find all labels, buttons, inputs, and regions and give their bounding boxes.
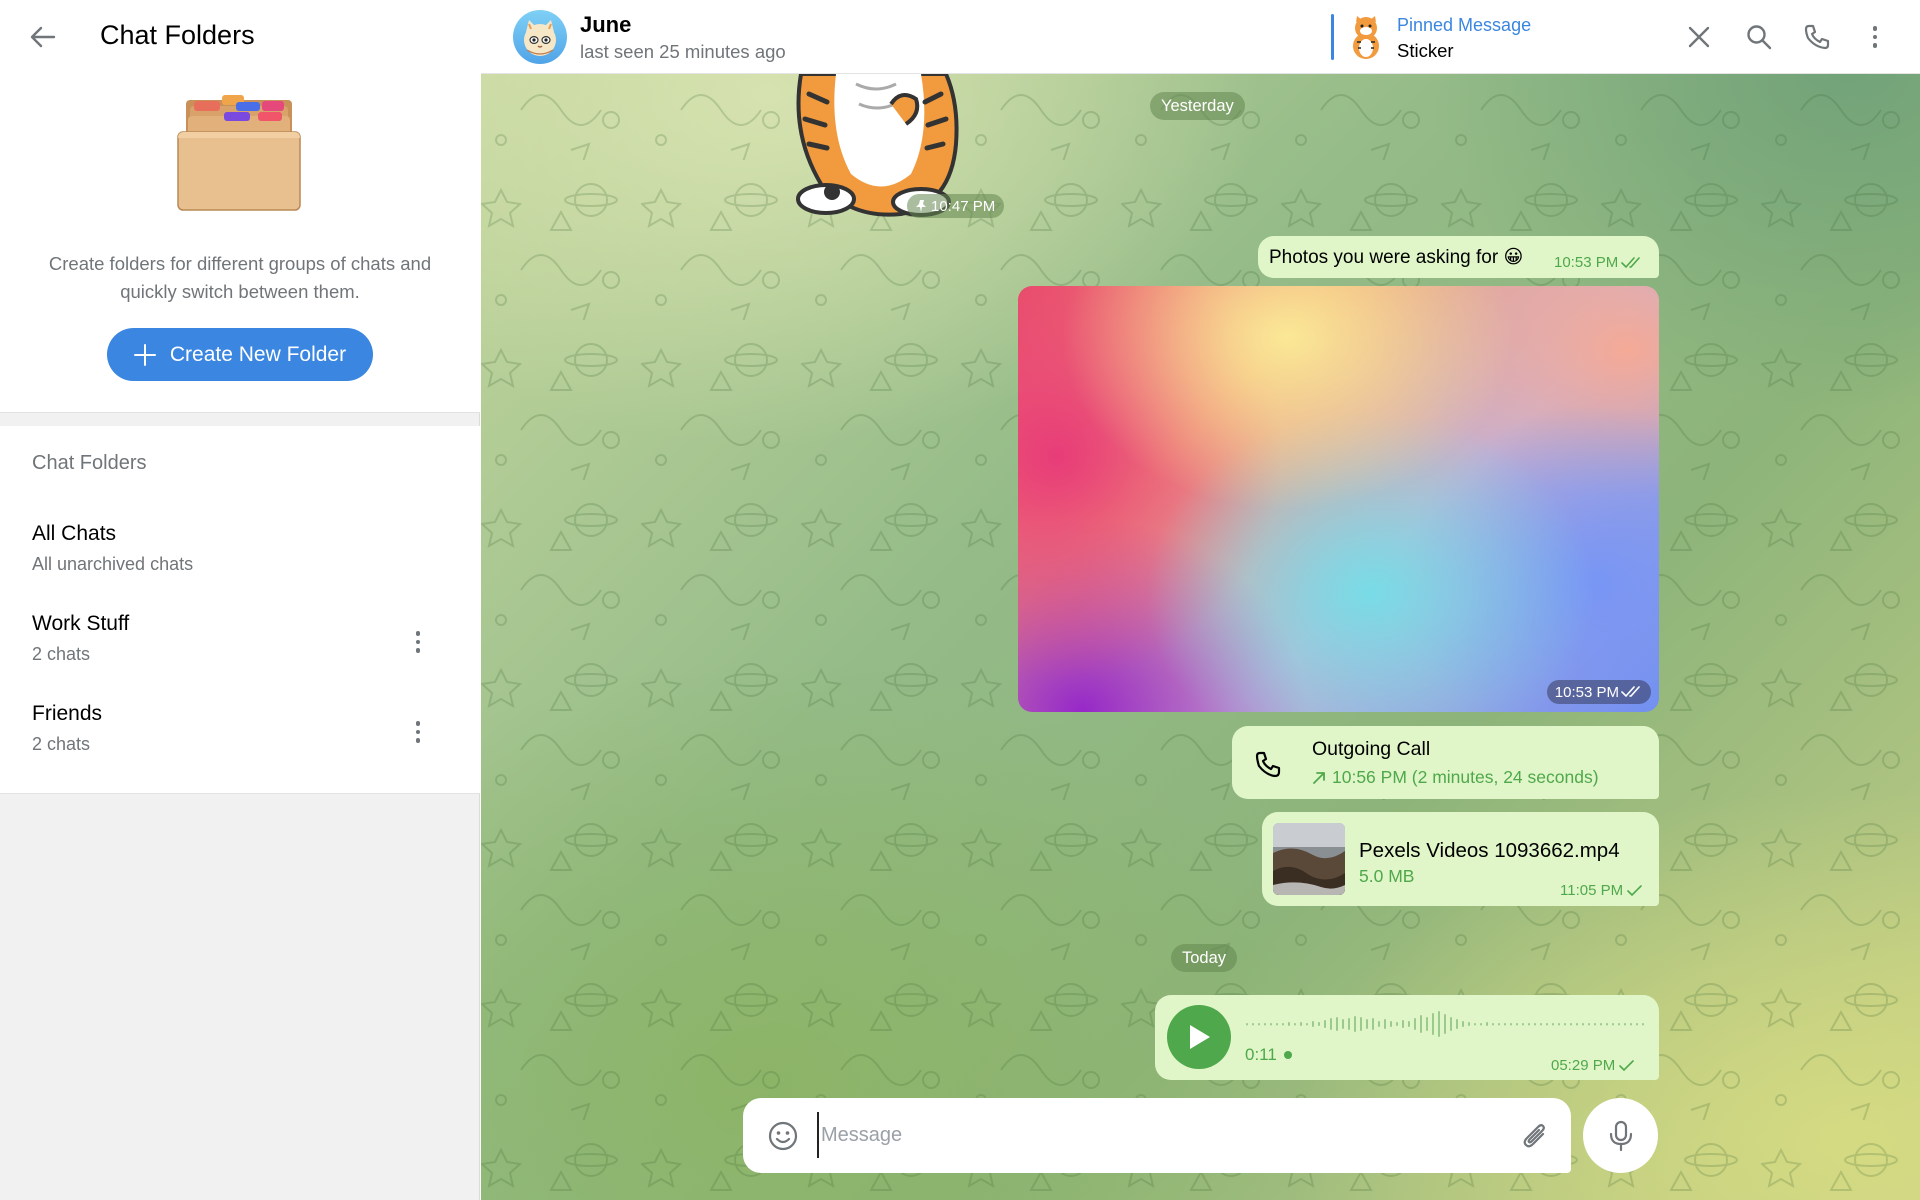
message-time: 10:53 PM <box>1554 254 1619 271</box>
more-vertical-icon <box>415 721 421 743</box>
voice-play-button[interactable] <box>1167 1005 1231 1069</box>
pinned-message[interactable]: Pinned Message Sticker <box>1331 12 1601 62</box>
double-check-icon <box>1621 686 1640 698</box>
folder-subtitle: All unarchived chats <box>32 554 194 574</box>
grinning-emoji-icon: 😀 <box>1503 247 1524 268</box>
check-icon <box>1627 884 1642 896</box>
pinned-indicator <box>1331 14 1334 60</box>
voice-duration-text: 0:11 <box>1245 1045 1277 1064</box>
call-detail: 10:56 PM (2 minutes, 24 seconds) <box>1312 767 1599 788</box>
peer-status: last seen 25 minutes ago <box>580 41 786 62</box>
voice-duration: 0:11 <box>1245 1045 1292 1065</box>
chat-area: June last seen 25 minutes ago Pinned Mes… <box>481 0 1920 1200</box>
phone-icon <box>1255 751 1281 778</box>
outgoing-arrow-icon <box>1313 771 1325 784</box>
message-bubble-voice[interactable]: 0:11 05:29 PM <box>1155 995 1659 1080</box>
message-time: 11:05 PM <box>1560 882 1624 899</box>
call-detail-text: 10:56 PM (2 minutes, 24 seconds) <box>1332 767 1599 787</box>
voice-waveform[interactable] <box>1245 1009 1645 1039</box>
folder-item-all-chats[interactable]: All Chats All unarchived chats <box>0 510 480 596</box>
message-time: 05:29 PM <box>1551 1057 1616 1074</box>
photo-timestamp: 10:53 PM <box>1546 680 1651 704</box>
photo-time-text: 10:53 PM <box>1554 683 1619 701</box>
message-bubble-file[interactable]: Pexels Videos 1093662.mp4 5.0 MB 11:05 P… <box>1262 812 1659 906</box>
peer-name[interactable]: June <box>580 12 631 38</box>
emoji-button[interactable] <box>763 1116 803 1156</box>
attach-button[interactable] <box>1515 1116 1555 1156</box>
message-meta: 10:53 PM <box>1554 254 1643 271</box>
peer-avatar[interactable] <box>513 10 567 64</box>
folder-item-friends[interactable]: Friends 2 chats <box>0 690 480 776</box>
message-input[interactable] <box>817 1112 1497 1158</box>
video-thumbnail[interactable] <box>1273 823 1345 895</box>
call-title: Outgoing Call <box>1312 738 1431 760</box>
panel-header: Chat Folders <box>0 0 480 72</box>
folder-menu-button[interactable] <box>398 622 438 662</box>
date-separator-yesterday: Yesterday <box>1150 92 1245 120</box>
create-new-folder-label: Create New Folder <box>169 342 347 366</box>
pinned-title: Pinned Message <box>1397 15 1532 35</box>
arrow-left-icon <box>30 26 56 48</box>
folders-description: Create folders for different groups of c… <box>48 253 432 302</box>
folders-list: Chat Folders All Chats All unarchived ch… <box>0 426 480 794</box>
folder-subtitle: 2 chats <box>32 644 91 664</box>
message-composer <box>743 1098 1571 1173</box>
message-text-content: Photos you were asking for <box>1269 247 1499 268</box>
chat-header: June last seen 25 minutes ago Pinned Mes… <box>481 0 1920 74</box>
folder-name: Work Stuff <box>32 612 130 635</box>
double-check-icon <box>1621 256 1641 268</box>
more-options-button[interactable] <box>1853 15 1897 59</box>
message-meta: 11:05 PM <box>1560 882 1644 899</box>
more-vertical-icon <box>415 631 421 653</box>
microphone-icon <box>1609 1120 1632 1151</box>
back-button[interactable] <box>22 18 64 56</box>
unplayed-dot-icon <box>1283 1051 1292 1059</box>
plus-icon <box>133 343 156 366</box>
check-icon <box>1619 1059 1635 1071</box>
folder-name: Friends <box>32 702 103 725</box>
folder-subtitle: 2 chats <box>32 734 91 754</box>
close-icon <box>1688 26 1710 48</box>
date-separator-today: Today <box>1171 944 1238 972</box>
message-text: Photos you were asking for 😀 <box>1269 246 1523 269</box>
message-bubble-call[interactable]: Outgoing Call 10:56 PM (2 minutes, 24 se… <box>1232 726 1659 799</box>
message-meta: 05:29 PM <box>1551 1057 1636 1074</box>
file-name: Pexels Videos 1093662.mp4 <box>1359 839 1620 862</box>
sticker-time-text: 10:47 PM <box>931 197 996 215</box>
folders-intro-section: Chat Folders Create folders for differen… <box>0 0 480 413</box>
panel-title: Chat Folders <box>100 20 255 50</box>
call-button[interactable] <box>1795 15 1839 59</box>
phone-icon <box>1804 24 1830 50</box>
folder-menu-button[interactable] <box>398 712 438 752</box>
message-bubble-text[interactable]: Photos you were asking for 😀 10:53 PM <box>1258 236 1659 278</box>
chat-folders-panel: Chat Folders Create folders for differen… <box>0 0 480 1200</box>
folder-item-work-stuff[interactable]: Work Stuff 2 chats <box>0 600 480 686</box>
more-vertical-icon <box>1872 26 1878 48</box>
file-size: 5.0 MB <box>1359 866 1415 886</box>
pin-icon <box>916 200 926 212</box>
search-button[interactable] <box>1737 15 1781 59</box>
voice-record-button[interactable] <box>1583 1098 1658 1173</box>
pinned-preview-text: Sticker <box>1397 40 1454 61</box>
tiger-sticker-thumbnail-icon <box>1353 16 1379 59</box>
search-icon <box>1747 25 1772 50</box>
paperclip-icon <box>1523 1124 1545 1148</box>
sticker-timestamp: 10:47 PM <box>907 194 1005 218</box>
unpin-button[interactable] <box>1677 15 1721 59</box>
create-new-folder-button[interactable]: Create New Folder <box>107 328 373 381</box>
photo-message[interactable]: 10:53 PM <box>1018 286 1659 712</box>
smile-icon <box>768 1121 798 1151</box>
cat-avatar-icon <box>524 20 556 56</box>
video-thumbnail-image <box>1273 823 1345 895</box>
play-icon <box>1190 1025 1210 1049</box>
folder-name: All Chats <box>32 522 117 545</box>
folders-section-heading: Chat Folders <box>32 452 147 474</box>
folder-illustration-icon <box>177 95 301 211</box>
